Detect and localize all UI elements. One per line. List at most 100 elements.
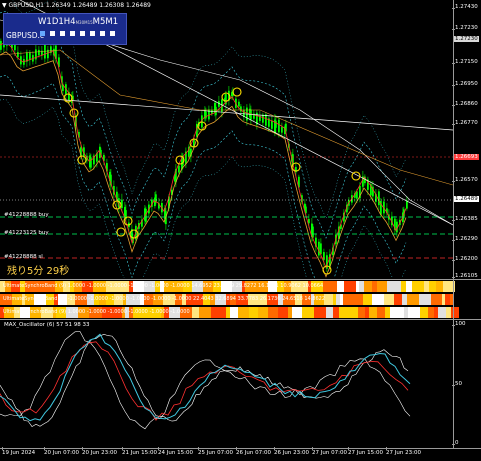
candle-body	[0, 40, 2, 50]
price-tick: 1.26860	[452, 101, 478, 107]
band-cell	[199, 307, 211, 318]
price-tick: 1.27430	[452, 4, 478, 10]
timeframe-dot[interactable]	[100, 31, 105, 36]
band-cell	[314, 307, 326, 318]
bar-countdown: 残り5分 29秒	[7, 266, 70, 277]
band-cell	[372, 294, 384, 305]
band-cell	[431, 294, 442, 305]
band-cell	[384, 294, 394, 305]
band-cell	[292, 307, 302, 318]
band-cell	[412, 281, 421, 292]
time-tick: 20 Jun 23:00	[82, 447, 117, 456]
osc-scale-tick: 100	[452, 321, 466, 327]
price-tick: 1.26385	[452, 216, 478, 222]
band-cell	[339, 307, 347, 318]
candle-body	[281, 126, 283, 133]
band-cell	[326, 307, 333, 318]
band-cell	[363, 294, 372, 305]
band-cell	[278, 307, 288, 318]
band-cell	[249, 307, 258, 318]
time-tick: 24 Jun 15:00	[158, 447, 193, 456]
symbol-label[interactable]: GBPUSD.c	[6, 31, 44, 40]
order-level-label[interactable]: #41228888 buy	[4, 212, 49, 218]
band-cell	[358, 307, 365, 318]
band-outer-lower	[0, 99, 407, 278]
symbol-header: ▼ GBPUSD,H1 1.26349 1.26489 1.26308 1.26…	[2, 2, 151, 9]
oscillator-chart[interactable]	[0, 320, 453, 448]
band-cell	[419, 294, 431, 305]
price-tick: 1.26200	[452, 256, 478, 262]
timeframe-dot[interactable]	[110, 31, 115, 36]
price-tick: 1.27230	[452, 25, 478, 31]
time-tick: 26 Jun 23:00	[274, 447, 309, 456]
price-tick: 1.26770	[452, 120, 478, 126]
band-cell	[352, 294, 363, 305]
candle-body	[14, 44, 16, 51]
timeframe-label[interactable]: W1D1H4M30M15M5M1	[38, 17, 118, 27]
band-cell	[343, 294, 352, 305]
band-cell	[369, 307, 377, 318]
panel-separator[interactable]	[0, 279, 481, 280]
candle-body	[262, 114, 264, 123]
band-cell	[344, 281, 356, 292]
time-tick: 27 Jun 07:00	[312, 447, 347, 456]
candle-body	[271, 120, 273, 129]
price-tick: 1.26950	[452, 81, 478, 87]
candle-body	[278, 119, 280, 133]
synchro-band-label: UltimateSynchroBand (9) 1.0000 -1.0000 -…	[3, 309, 190, 315]
band-cell	[436, 281, 443, 292]
band-cell	[337, 281, 344, 292]
candle-body	[29, 52, 31, 60]
signal-circle	[232, 87, 242, 97]
candle-body	[275, 120, 277, 128]
candle-body	[265, 114, 267, 126]
signal-circle	[116, 227, 126, 237]
osc-scale-tick: 50	[452, 381, 462, 387]
timeframe-panel[interactable]: W1D1H4M30M15M5M1 GBPUSD.c	[3, 13, 127, 45]
band-cell	[429, 281, 436, 292]
band-cell	[214, 307, 226, 318]
stop-loss-label[interactable]: #41228888 sl	[4, 254, 43, 260]
current-price-label: 1.26489	[454, 196, 479, 202]
candle-body	[378, 191, 380, 206]
timeframe-dot[interactable]	[60, 31, 65, 36]
synchro-band-label: UltimateSynchroBand (9) -1.0000 -1.0000 …	[3, 296, 326, 302]
timeframe-dot[interactable]	[40, 31, 45, 36]
band-cell	[268, 307, 278, 318]
timeframe-dot[interactable]	[70, 31, 75, 36]
band-cell	[327, 281, 337, 292]
synchro-band-label: UltimateSynchroBand (9) 1.0000 -1.0000 -…	[3, 283, 324, 289]
osc-line-white-2	[0, 331, 411, 430]
band-cell	[407, 294, 419, 305]
timeframe-dot[interactable]	[50, 31, 55, 36]
band-cell	[390, 307, 401, 318]
candle-body	[323, 252, 325, 260]
time-tick: 21 Jun 15:00	[122, 447, 157, 456]
price-label: 1.26693	[454, 154, 479, 160]
band-cell	[192, 307, 199, 318]
ma-orange-line	[0, 51, 407, 278]
candle-body	[312, 226, 314, 238]
candle-body	[406, 200, 408, 209]
time-tick: 20 Jun 07:00	[44, 447, 79, 456]
oscillator-label: MAX_Oscillator (6) 57 51 98 33	[4, 322, 90, 328]
band-cell	[377, 307, 385, 318]
time-tick: 27 Jun 23:00	[386, 447, 421, 456]
band-cell	[258, 307, 268, 318]
osc-line-red	[0, 341, 409, 421]
band-cell	[364, 281, 372, 292]
timeframe-dot[interactable]	[80, 31, 85, 36]
candle-body	[318, 241, 320, 256]
price-label: 1.27230	[454, 36, 479, 42]
timeframe-dot[interactable]	[90, 31, 95, 36]
osc-scale-tick: 0	[452, 440, 459, 446]
oscillator-panel[interactable]	[0, 320, 453, 448]
ma-long-orange	[0, 49, 453, 186]
ma-long-line	[0, 19, 453, 226]
band-cell	[347, 307, 358, 318]
time-tick: 26 Jun 07:00	[236, 447, 271, 456]
candle-body	[238, 101, 240, 107]
order-level-label[interactable]: #41223125 buy	[4, 230, 49, 236]
price-tick: 1.27150	[452, 59, 478, 65]
band-cell	[377, 281, 387, 292]
